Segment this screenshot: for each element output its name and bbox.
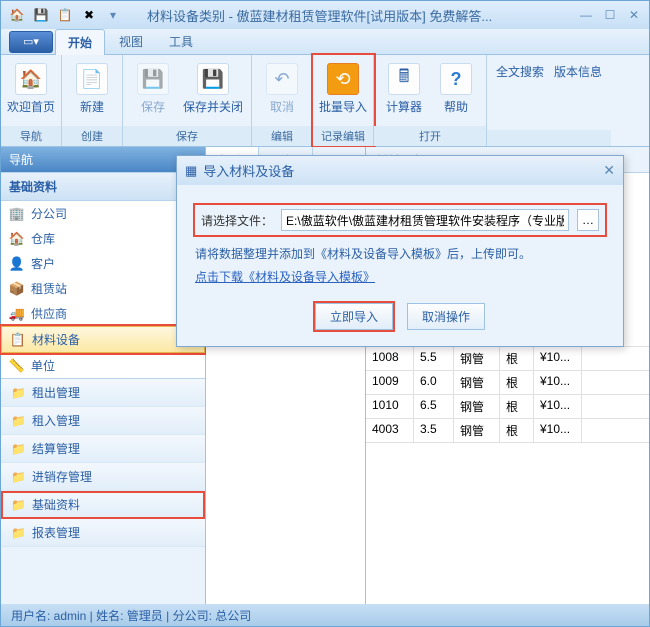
sidebar-item-3[interactable]: 📦租赁站 bbox=[1, 276, 205, 301]
titlebar: 🏠 💾 📋 ✖ ▾ 材料设备类别 - 傲蓝建材租赁管理软件[试用版本] 免费解答… bbox=[1, 1, 649, 29]
sidebar-item-5[interactable]: 📋材料设备 bbox=[1, 326, 205, 353]
table-row[interactable]: 10096.0钢管根¥10... bbox=[366, 371, 649, 395]
sidebar-item-4[interactable]: 🚚供应商 bbox=[1, 301, 205, 326]
folder-icon: 📁 bbox=[11, 498, 26, 512]
folder-icon: 📁 bbox=[11, 442, 26, 456]
dialog-icon: ▦ bbox=[185, 163, 197, 179]
sidebar-item-1[interactable]: 🏠仓库 bbox=[1, 226, 205, 251]
save-icon: 💾 bbox=[137, 63, 169, 95]
help-button[interactable]: ?帮助 bbox=[432, 59, 480, 122]
nav-header: 导航 « bbox=[1, 147, 205, 172]
table-row[interactable]: 40033.5钢管根¥10... bbox=[366, 419, 649, 443]
table-row[interactable]: 10106.5钢管根¥10... bbox=[366, 395, 649, 419]
minimize-icon[interactable]: — bbox=[577, 8, 595, 22]
home-icon: 🏠 bbox=[15, 63, 47, 95]
folder-icon: 📁 bbox=[11, 526, 26, 540]
ribbon: 🏠欢迎首页 导航 📄新建 创建 💾保存 💾保存并关闭 保存 ↶取消 编辑 bbox=[1, 55, 649, 147]
fulltext-search-button[interactable]: 全文搜索 bbox=[493, 59, 547, 126]
download-template-link[interactable]: 点击下载《材料及设备导入模板》 bbox=[195, 268, 375, 285]
item-icon: 📦 bbox=[9, 281, 25, 297]
sidebar-item-0[interactable]: 🏢分公司 bbox=[1, 201, 205, 226]
new-button[interactable]: 📄新建 bbox=[68, 59, 116, 122]
file-label: 请选择文件： bbox=[201, 212, 273, 229]
item-icon: 🏠 bbox=[9, 231, 25, 247]
welcome-button[interactable]: 🏠欢迎首页 bbox=[7, 59, 55, 122]
table-row[interactable]: 10085.5钢管根¥10... bbox=[366, 347, 649, 371]
app-button[interactable]: ▭▾ bbox=[9, 31, 53, 53]
tab-view[interactable]: 视图 bbox=[107, 29, 155, 54]
sidebar-item-2[interactable]: 👤客户 bbox=[1, 251, 205, 276]
nav-group-5[interactable]: 📁报表管理 bbox=[1, 519, 205, 547]
nav-group-1[interactable]: 📁租入管理 bbox=[1, 407, 205, 435]
nav-group-4[interactable]: 📁基础资料 bbox=[1, 491, 205, 519]
qat-dropdown-icon[interactable]: ▾ bbox=[103, 5, 123, 25]
home-icon[interactable]: 🏠 bbox=[7, 5, 27, 25]
item-icon: 📏 bbox=[9, 358, 25, 374]
maximize-icon[interactable]: ☐ bbox=[601, 8, 619, 22]
close-doc-icon[interactable]: ✖ bbox=[79, 5, 99, 25]
nav-group-3[interactable]: 📁进销存管理 bbox=[1, 463, 205, 491]
tab-start[interactable]: 开始 bbox=[55, 29, 105, 55]
save-icon[interactable]: 💾 bbox=[31, 5, 51, 25]
calc-button[interactable]: 🖩计算器 bbox=[380, 59, 428, 122]
save-close-icon: 💾 bbox=[197, 63, 229, 95]
save-alt-icon[interactable]: 📋 bbox=[55, 5, 75, 25]
tab-tools[interactable]: 工具 bbox=[157, 29, 205, 54]
dialog-title: 导入材料及设备 bbox=[203, 161, 294, 180]
save-close-button[interactable]: 💾保存并关闭 bbox=[181, 59, 245, 122]
nav-section-title[interactable]: 基础资料 bbox=[1, 172, 205, 201]
folder-icon: 📁 bbox=[11, 414, 26, 428]
calculator-icon: 🖩 bbox=[388, 63, 420, 95]
item-icon: 📋 bbox=[10, 332, 26, 348]
sidebar-item-6[interactable]: 📏单位 bbox=[1, 353, 205, 378]
import-now-button[interactable]: 立即导入 bbox=[315, 303, 393, 330]
folder-icon: 📁 bbox=[11, 470, 26, 484]
nav-group-2[interactable]: 📁结算管理 bbox=[1, 435, 205, 463]
item-icon: 🏢 bbox=[9, 206, 25, 222]
statusbar: 用户名: admin | 姓名: 管理员 | 分公司: 总公司 bbox=[1, 604, 649, 626]
import-dialog: ▦ 导入材料及设备 ✕ 请选择文件： … 请将数据整理并添加到《材料及设备导入模… bbox=[176, 155, 624, 347]
browse-button[interactable]: … bbox=[577, 209, 599, 231]
save-button[interactable]: 💾保存 bbox=[129, 59, 177, 122]
window-title: 材料设备类别 - 傲蓝建材租赁管理软件[试用版本] 免费解答... bbox=[147, 6, 573, 25]
file-path-input[interactable] bbox=[281, 209, 569, 231]
new-icon: 📄 bbox=[76, 63, 108, 95]
close-icon[interactable]: ✕ bbox=[625, 8, 643, 22]
import-icon: ⟲ bbox=[327, 63, 359, 95]
item-icon: 👤 bbox=[9, 256, 25, 272]
help-icon: ? bbox=[440, 63, 472, 95]
ribbon-tabs: ▭▾ 开始 视图 工具 bbox=[1, 29, 649, 55]
version-info-button[interactable]: 版本信息 bbox=[551, 59, 605, 126]
item-icon: 🚚 bbox=[9, 306, 25, 322]
batch-import-button[interactable]: ⟲批量导入 bbox=[319, 59, 367, 122]
dialog-hint: 请将数据整理并添加到《材料及设备导入模板》后，上传即可。 bbox=[195, 245, 605, 262]
undo-icon: ↶ bbox=[266, 63, 298, 95]
cancel-import-button[interactable]: 取消操作 bbox=[407, 303, 485, 330]
dialog-close-icon[interactable]: ✕ bbox=[603, 162, 615, 179]
nav-group-0[interactable]: 📁租出管理 bbox=[1, 379, 205, 407]
cancel-button[interactable]: ↶取消 bbox=[258, 59, 306, 122]
folder-icon: 📁 bbox=[11, 386, 26, 400]
